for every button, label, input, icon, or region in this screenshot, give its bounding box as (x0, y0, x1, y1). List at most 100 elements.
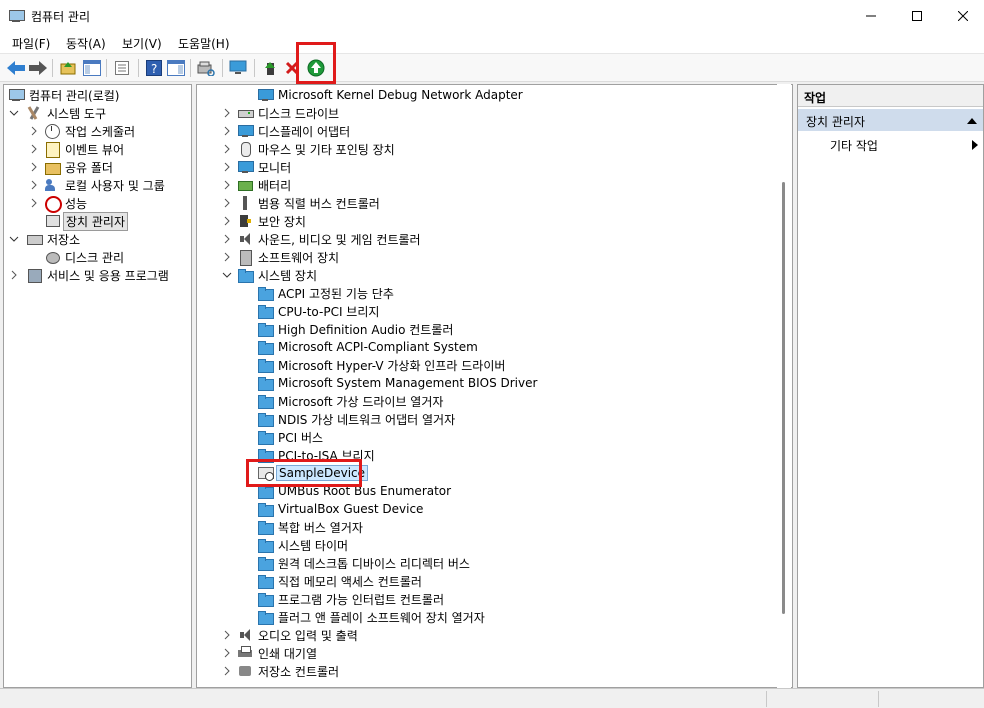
tree-storage[interactable]: 저장소 (8, 230, 82, 248)
menu-action[interactable]: 동작(A) (66, 35, 106, 52)
back-button[interactable] (6, 58, 26, 78)
chevron-right-icon[interactable] (28, 197, 40, 209)
menu-view[interactable]: 보기(V) (122, 35, 162, 52)
device-label: VirtualBox Guest Device (278, 502, 424, 516)
title-bar: 컴퓨터 관리 (0, 0, 984, 32)
category-monitors[interactable]: 모니터 (221, 158, 293, 176)
chevron-right-icon[interactable] (221, 215, 233, 227)
properties-button[interactable] (112, 58, 132, 78)
up-folder-button[interactable] (58, 58, 78, 78)
device-label: PCI 버스 (278, 430, 324, 445)
system-device-item[interactable]: 원격 데스크톱 디바이스 리디렉터 버스 (257, 554, 472, 572)
chevron-right-icon[interactable] (221, 629, 233, 641)
help-button[interactable]: ? (144, 58, 164, 78)
category-display-adapters[interactable]: 디스플레이 어댑터 (221, 122, 352, 140)
menu-file[interactable]: 파일(F) (12, 35, 50, 52)
forward-button[interactable] (28, 58, 48, 78)
category-label: 디스플레이 어댑터 (258, 124, 351, 139)
system-device-item[interactable]: Microsoft Hyper-V 가상화 인프라 드라이버 (257, 356, 507, 374)
chevron-right-icon[interactable] (221, 233, 233, 245)
tree-disk-management[interactable]: 디스크 관리 (44, 248, 126, 266)
toolbar-separator (190, 59, 191, 77)
tree-performance[interactable]: 성능 (28, 194, 89, 213)
category-batteries[interactable]: 배터리 (221, 176, 293, 194)
category-system[interactable]: 시스템 장치 (221, 266, 319, 284)
tree-system-tools[interactable]: 시스템 도구 (8, 104, 108, 122)
system-device-item[interactable]: NDIS 가상 네트워크 어댑터 열거자 (257, 410, 457, 428)
system-device-item[interactable]: 직접 메모리 액세스 컨트롤러 (257, 572, 424, 590)
chevron-down-icon[interactable] (8, 107, 20, 119)
system-device-item[interactable]: 플러그 앤 플레이 소프트웨어 장치 열거자 (257, 608, 487, 626)
device-tree-scrollbar[interactable] (777, 84, 791, 688)
category-disk-drives[interactable]: 디스크 드라이브 (221, 104, 341, 122)
chevron-right-icon[interactable] (221, 665, 233, 677)
show-hide-tree-button[interactable] (82, 58, 102, 78)
category-security[interactable]: 보안 장치 (221, 212, 308, 230)
system-device-item[interactable]: Microsoft System Management BIOS Driver (257, 374, 539, 392)
system-device-icon (257, 519, 274, 535)
device-item[interactable]: Microsoft Kernel Debug Network Adapter (257, 86, 525, 104)
monitor-icon (229, 60, 247, 74)
system-device-item[interactable]: CPU-to-PCI 브리지 (257, 302, 381, 320)
chevron-right-icon[interactable] (221, 251, 233, 263)
tree-services-apps[interactable]: 서비스 및 응용 프로그램 (8, 266, 171, 284)
category-print-queues[interactable]: 인쇄 대기열 (221, 644, 319, 662)
add-legacy-hardware-button[interactable] (228, 58, 248, 78)
submenu-arrow-icon (972, 140, 978, 150)
category-audio-io[interactable]: 오디오 입력 및 출력 (221, 626, 360, 644)
chevron-right-icon[interactable] (221, 647, 233, 659)
more-actions-item[interactable]: 기타 작업 (830, 137, 878, 154)
chevron-right-icon[interactable] (221, 179, 233, 191)
scan-hardware-button[interactable] (196, 58, 216, 78)
system-device-item[interactable]: Microsoft 가상 드라이브 열거자 (257, 392, 445, 410)
category-sound[interactable]: 사운드, 비디오 및 게임 컨트롤러 (221, 230, 423, 248)
menu-help[interactable]: 도움말(H) (178, 35, 230, 52)
actions-section-device-manager[interactable]: 장치 관리자 (798, 109, 983, 131)
system-device-item[interactable]: PCI 버스 (257, 428, 325, 446)
system-device-item[interactable]: Microsoft ACPI-Compliant System (257, 338, 480, 356)
system-device-item[interactable]: 프로그램 가능 인터럽트 컨트롤러 (257, 590, 446, 608)
system-device-icon (257, 609, 274, 625)
device-label: Microsoft 가상 드라이브 열거자 (278, 394, 444, 409)
tree-root[interactable]: 컴퓨터 관리(로컬) (8, 86, 121, 104)
maximize-button[interactable] (894, 0, 940, 32)
category-usb[interactable]: 범용 직렬 버스 컨트롤러 (221, 194, 382, 212)
chevron-right-icon[interactable] (8, 269, 20, 281)
security-device-icon (237, 213, 253, 229)
more-actions-label: 기타 작업 (830, 139, 878, 153)
chevron-down-icon[interactable] (8, 233, 20, 245)
chevron-right-icon[interactable] (28, 143, 40, 155)
system-device-icon (257, 375, 274, 391)
category-storage-controllers[interactable]: 저장소 컨트롤러 (221, 662, 341, 680)
system-device-item[interactable]: ACPI 고정된 기능 단추 (257, 284, 396, 302)
system-device-icon (257, 303, 274, 319)
chevron-right-icon[interactable] (221, 125, 233, 137)
tree-task-scheduler[interactable]: 작업 스케줄러 (28, 122, 137, 140)
scrollbar-thumb[interactable] (782, 182, 785, 614)
category-label: 소프트웨어 장치 (258, 250, 340, 265)
tree-shared-folders[interactable]: 공유 폴더 (28, 158, 115, 176)
close-button[interactable] (940, 0, 984, 32)
chevron-right-icon[interactable] (28, 125, 40, 137)
system-device-item[interactable]: VirtualBox Guest Device (257, 500, 425, 518)
tree-local-users[interactable]: 로컬 사용자 및 그룹 (28, 176, 167, 194)
chevron-right-icon[interactable] (221, 143, 233, 155)
users-icon (44, 177, 60, 193)
show-action-pane-button[interactable] (166, 58, 186, 78)
update-driver-button[interactable] (260, 58, 280, 78)
minimize-button[interactable] (848, 0, 894, 32)
chevron-right-icon[interactable] (28, 161, 40, 173)
chevron-right-icon[interactable] (28, 179, 40, 191)
category-mice[interactable]: 마우스 및 기타 포인팅 장치 (221, 140, 397, 158)
tree-device-manager[interactable]: 장치 관리자 (44, 211, 129, 231)
collapse-up-icon[interactable] (967, 116, 977, 124)
tree-event-viewer[interactable]: 이벤트 뷰어 (28, 140, 126, 158)
chevron-down-icon[interactable] (221, 269, 233, 281)
category-software[interactable]: 소프트웨어 장치 (221, 248, 341, 266)
system-device-item[interactable]: High Definition Audio 컨트롤러 (257, 320, 455, 338)
chevron-right-icon[interactable] (221, 197, 233, 209)
system-device-item[interactable]: 복합 버스 열거자 (257, 518, 365, 536)
chevron-right-icon[interactable] (221, 107, 233, 119)
chevron-right-icon[interactable] (221, 161, 233, 173)
system-device-item[interactable]: 시스템 타이머 (257, 536, 350, 554)
